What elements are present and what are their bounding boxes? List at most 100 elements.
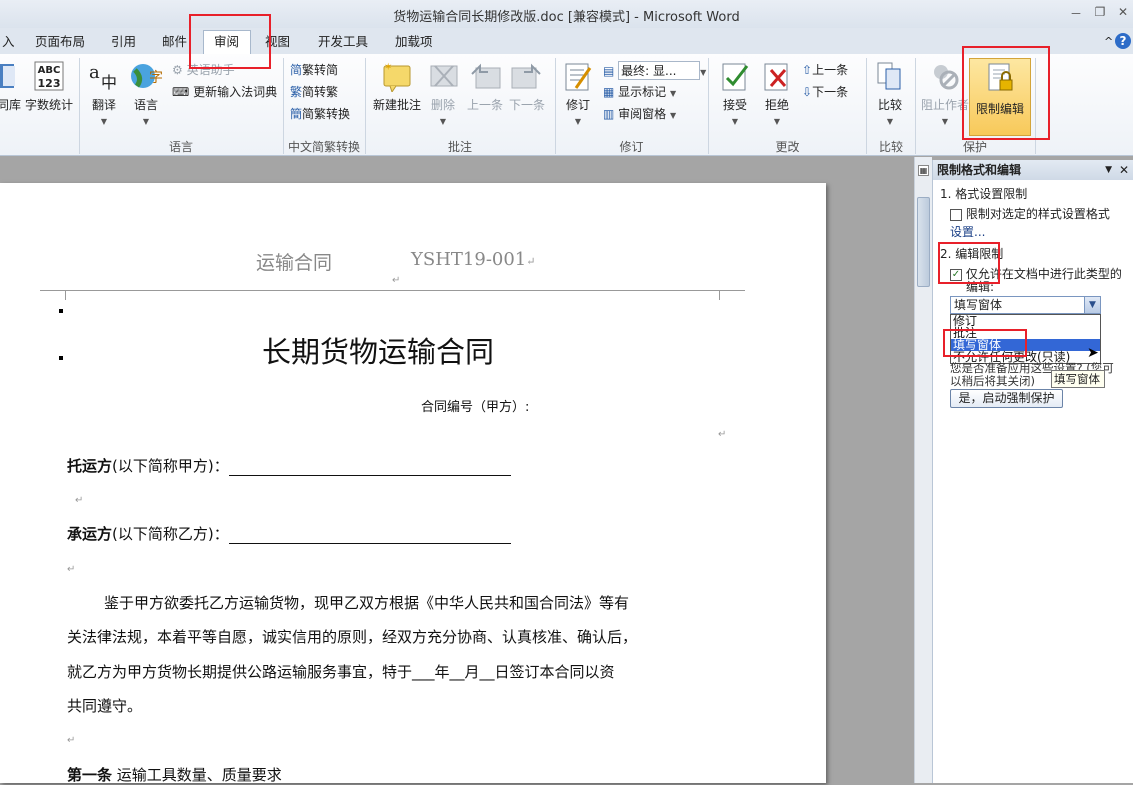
pane-title: 限制格式和编辑 ▼ ✕ bbox=[933, 160, 1133, 180]
prev-change-button[interactable]: ⇧上一条 bbox=[802, 61, 848, 78]
minimize-button[interactable]: － bbox=[1066, 5, 1086, 23]
tab-addins[interactable]: 加载项 bbox=[385, 32, 443, 54]
review-pane-button[interactable]: ▥ 审阅窗格 ▼ bbox=[603, 105, 676, 122]
paragraph-line: 共同遵守。 bbox=[67, 697, 143, 715]
tab-references[interactable]: 引用 bbox=[101, 32, 146, 54]
globe-icon: 字 bbox=[131, 64, 163, 88]
tab-insert[interactable]: 入 bbox=[0, 32, 25, 54]
paragraph-mark-icon: ↵ bbox=[392, 275, 401, 286]
bullet-mark bbox=[59, 356, 63, 360]
next-change-icon: ⇩ bbox=[802, 85, 813, 99]
shipper-blank[interactable] bbox=[228, 462, 511, 476]
svg-text:123: 123 bbox=[38, 77, 61, 90]
dropdown-arrow-icon: ▼ bbox=[670, 89, 677, 98]
group-label-comments: 批注 bbox=[447, 140, 472, 154]
thesaurus-button[interactable]: 同库 bbox=[0, 60, 22, 113]
dropdown-arrow-icon: ▼ bbox=[670, 111, 677, 120]
svg-text:ABC: ABC bbox=[38, 65, 61, 76]
convert-icon: 簡 bbox=[290, 107, 303, 121]
paragraph-mark-icon: ↵ bbox=[67, 564, 76, 575]
format-settings-link[interactable]: 设置... bbox=[950, 223, 985, 240]
pane-menu-icon[interactable]: ▼ bbox=[1105, 160, 1112, 180]
help-icon[interactable]: ? bbox=[1115, 33, 1131, 49]
carrier-blank[interactable] bbox=[228, 530, 511, 544]
chevron-down-icon[interactable]: ▼ bbox=[1084, 297, 1100, 313]
translate-button[interactable]: a中 翻译 ▼ bbox=[86, 60, 122, 127]
delete-comment-button[interactable]: 删除 ▼ bbox=[427, 60, 459, 127]
bullet-mark bbox=[59, 309, 63, 313]
new-comment-button[interactable]: ✶ 新建批注 bbox=[370, 60, 424, 113]
tab-mailings[interactable]: 邮件 bbox=[152, 32, 197, 54]
group-label-tracking: 修订 bbox=[619, 140, 644, 154]
title-bar: 货物运输合同长期修改版.doc [兼容模式] - Microsoft Word … bbox=[0, 0, 1133, 28]
group-label-compare: 比较 bbox=[878, 140, 903, 154]
tab-review[interactable]: 审阅 bbox=[203, 30, 251, 55]
start-enforcing-button[interactable]: 是，启动强制保护 bbox=[950, 389, 1063, 408]
block-authors-button[interactable]: 阻止作者 ▼ bbox=[920, 60, 970, 127]
trad-simp-icon: 简 bbox=[290, 63, 303, 77]
reject-icon bbox=[764, 63, 788, 91]
vertical-scrollbar[interactable]: ▦ bbox=[914, 157, 932, 783]
window-title: 货物运输合同长期修改版.doc [兼容模式] - Microsoft Word bbox=[393, 10, 740, 25]
tab-page-layout[interactable]: 页面布局 bbox=[25, 32, 95, 54]
editing-type-select[interactable]: 填写窗体 ▼ bbox=[950, 296, 1101, 314]
section-format-restrictions: 1. 格式设置限制 bbox=[940, 187, 1028, 201]
review-pane-icon: ▥ bbox=[603, 107, 615, 121]
paragraph-line: 就乙方为甲方货物长期提供公路运输服务事宜，特于___年__月__日签订本合同以资 bbox=[67, 663, 615, 681]
dropdown-arrow-icon: ▼ bbox=[100, 117, 108, 126]
checkbox-unchecked-icon bbox=[950, 208, 962, 221]
dropdown-arrow-icon: ▼ bbox=[142, 117, 150, 126]
tab-view[interactable]: 视图 bbox=[255, 32, 300, 54]
dropdown-arrow-icon: ▼ bbox=[941, 117, 949, 126]
header-rule-inner bbox=[65, 290, 720, 300]
format-restriction-checkbox[interactable]: 限制对选定的样式设置格式 bbox=[950, 205, 1110, 222]
simp-trad-convert-button[interactable]: 簡简繁转换 bbox=[290, 105, 350, 122]
editing-restriction-label-cont: 编辑: bbox=[966, 280, 995, 294]
dropdown-arrow-icon: ▼ bbox=[731, 117, 739, 126]
simp-to-trad-button[interactable]: 繁简转繁 bbox=[290, 83, 338, 100]
dropdown-arrow-icon: ▼ bbox=[700, 68, 707, 77]
paragraph-line: 鉴于甲方欲委托乙方运输货物，现甲乙双方根据《中华人民共和国合同法》等有 bbox=[104, 594, 630, 612]
compare-button[interactable]: 比较 ▼ bbox=[872, 60, 908, 127]
compare-icon bbox=[877, 62, 901, 90]
next-comment-icon bbox=[511, 63, 541, 89]
reject-button[interactable]: 拒绝 ▼ bbox=[759, 60, 795, 127]
restore-button[interactable]: ❐ bbox=[1090, 5, 1110, 23]
header-left-text: 运输合同 bbox=[256, 252, 333, 274]
word-count-button[interactable]: ABC 123 字数统计 bbox=[24, 60, 74, 113]
start-enforcing-prompt-cont: 以稍后将其关闭) bbox=[950, 374, 1035, 388]
header-right-text: YSHT19-001↵ bbox=[411, 249, 536, 270]
pane-close-icon[interactable]: ✕ bbox=[1119, 160, 1129, 180]
simp-trad-icon: 繁 bbox=[290, 85, 303, 99]
accept-icon bbox=[722, 63, 749, 91]
document-title: 长期货物运输合同 bbox=[262, 335, 495, 369]
translate-helper-button[interactable]: ⚙ 英语助手 bbox=[172, 61, 235, 78]
group-separator bbox=[1035, 58, 1036, 154]
group-label-protect: 保护 bbox=[962, 140, 987, 154]
accept-button[interactable]: 接受 ▼ bbox=[717, 60, 753, 127]
close-button[interactable]: ✕ bbox=[1113, 5, 1133, 23]
restrict-editing-button[interactable]: 限制编辑 bbox=[969, 58, 1031, 136]
prev-change-icon: ⇧ bbox=[802, 63, 813, 77]
markup-view-icon: ▤ bbox=[603, 64, 615, 78]
section-editing-restrictions: 2. 编辑限制 bbox=[940, 247, 1004, 261]
language-button[interactable]: 字 语言 ▼ bbox=[128, 60, 164, 127]
final-show-select[interactable]: ▤ 最终: 显... ▼ bbox=[603, 61, 706, 80]
paragraph-mark-icon: ↵ bbox=[75, 495, 84, 506]
scroll-thumb[interactable] bbox=[917, 197, 930, 287]
document-page[interactable]: 运输合同 YSHT19-001↵ ↵ 长期货物运输合同 合同编号（甲方）: ↵ … bbox=[0, 183, 826, 784]
dropdown-arrow-icon: ▼ bbox=[773, 117, 781, 126]
editing-type-options: 修订 批注 填写窗体 不允许任何更改(只读) bbox=[950, 314, 1101, 364]
paragraph-mark-icon: ↵ bbox=[67, 735, 76, 746]
tab-developer[interactable]: 开发工具 bbox=[308, 32, 378, 54]
next-change-button[interactable]: ⇩下一条 bbox=[802, 83, 848, 100]
update-ime-button[interactable]: ⌨ 更新输入法词典 bbox=[172, 83, 277, 100]
svg-text:中: 中 bbox=[101, 73, 117, 92]
svg-text:a: a bbox=[89, 62, 100, 83]
next-comment-button[interactable]: 下一条 bbox=[506, 60, 548, 113]
option-tooltip: 填写窗体 bbox=[1051, 370, 1105, 388]
show-markup-button[interactable]: ▦ 显示标记 ▼ bbox=[603, 83, 676, 100]
previous-comment-button[interactable]: 上一条 bbox=[464, 60, 506, 113]
track-changes-button[interactable]: 修订 ▼ bbox=[561, 60, 595, 127]
trad-to-simp-button[interactable]: 简繁转简 bbox=[290, 61, 338, 78]
